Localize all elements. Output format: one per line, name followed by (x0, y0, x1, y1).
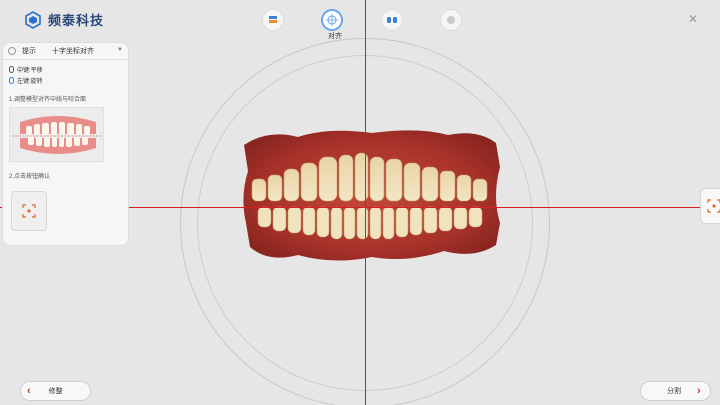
split-teeth-icon (386, 17, 397, 23)
confirm-align-button[interactable] (11, 191, 47, 231)
instruction-step-1: 1.调整模型对齐中线与咬合面 (9, 97, 87, 103)
alignment-example-thumbnail (9, 107, 104, 162)
disabled-circle-icon (446, 16, 455, 24)
align-target-icon (326, 14, 339, 26)
brand-logo: 频泰科技 (24, 10, 104, 29)
scan-stack-icon (269, 16, 277, 23)
right-side-tool-button[interactable] (700, 188, 720, 224)
focus-frame-icon (22, 204, 36, 218)
vertical-crosshair-line (365, 0, 366, 405)
window-close-icon[interactable]: ✕ (688, 12, 698, 26)
hint-middle-button: 中键:平移 (9, 65, 43, 74)
back-trim-button[interactable]: ‹ 修整 (20, 381, 91, 401)
logo-icon (25, 10, 41, 29)
align-mode-select[interactable]: 十字坐标对齐 (52, 46, 94, 56)
dental-scan-model[interactable] (238, 127, 506, 265)
step-scan-button[interactable] (262, 9, 284, 31)
next-button-label: 分割 (667, 388, 681, 395)
brand-name: 频泰科技 (48, 13, 105, 28)
chevron-right-icon: › (697, 385, 701, 397)
hint-left-label: 左键:旋转 (17, 79, 43, 85)
back-button-label: 修整 (48, 388, 63, 395)
hint-info-icon (8, 47, 16, 55)
next-split-button[interactable]: 分割 › (640, 381, 711, 401)
hint-panel-header: 提示 十字坐标对齐 ▼ (3, 43, 128, 60)
mouse-middle-icon (9, 66, 14, 73)
instruction-step-2: 2.点击按钮确认 (9, 174, 51, 180)
focus-frame-icon (707, 199, 720, 213)
hint-left-button: 左键:旋转 (9, 76, 43, 85)
step-align-button[interactable] (321, 9, 344, 31)
chevron-down-icon[interactable]: ▼ (117, 47, 123, 53)
chevron-left-icon: ‹ (27, 385, 31, 397)
active-step-label: 对齐 (328, 33, 342, 40)
hint-middle-label: 中键:平移 (17, 68, 43, 74)
step-disabled-button[interactable] (439, 9, 462, 31)
hint-panel-title: 提示 (22, 48, 36, 55)
mouse-left-icon (9, 77, 14, 84)
hint-panel: 提示 十字坐标对齐 ▼ 中键:平移 左键:旋转 1.调整模型对齐中线与咬合面 2… (2, 42, 129, 246)
workflow-step-bar (262, 6, 462, 34)
step-split-button[interactable] (380, 9, 403, 31)
